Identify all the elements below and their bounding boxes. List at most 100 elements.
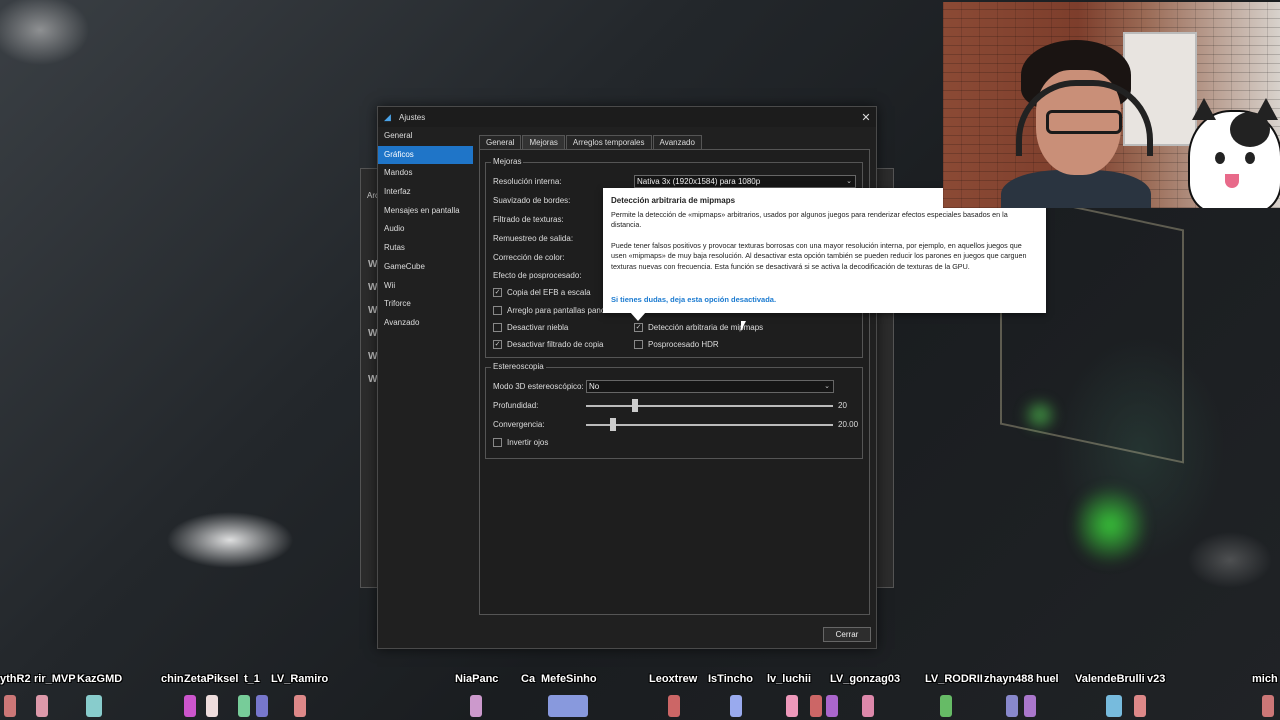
viewer-avatar — [36, 695, 48, 717]
efb-scale-label: Copia del EFB a escala — [507, 288, 591, 297]
efb-scale-checkbox[interactable]: ✓ Copia del EFB a escala — [493, 288, 591, 297]
viewer-avatar — [940, 695, 952, 717]
viewer-name: huel — [1036, 673, 1059, 685]
close-icon[interactable]: ✕ — [856, 111, 876, 124]
streamer — [1001, 40, 1153, 208]
chevron-down-icon: ⌄ — [846, 178, 852, 185]
resolution-select[interactable]: Nativa 3x (1920x1584) para 1080p ⌄ — [634, 175, 856, 188]
convergence-label: Convergencia: — [493, 420, 545, 429]
viewer-name: v23 — [1147, 673, 1166, 685]
convergence-slider-handle[interactable] — [610, 418, 616, 431]
sidebar-item-interface[interactable]: Interfaz — [378, 183, 473, 202]
hdr-post-checkbox[interactable]: Posprocesado HDR — [634, 340, 719, 349]
background-green-glow-small — [1020, 400, 1060, 430]
disable-fog-label: Desactivar niebla — [507, 323, 569, 332]
tab-advanced[interactable]: Avanzado — [652, 135, 702, 149]
viewer-avatar — [256, 695, 268, 717]
tooltip-paragraph-2: Puede tener falsos positivos y provocar … — [611, 241, 1027, 271]
checkmark-icon: ✓ — [634, 323, 643, 332]
viewer-avatar — [668, 695, 680, 717]
checkbox-box — [634, 340, 643, 349]
stereo-mode-select[interactable]: No ⌄ — [586, 380, 834, 393]
sidebar-item-controllers[interactable]: Mandos — [378, 164, 473, 183]
checkmark-icon: ✓ — [493, 340, 502, 349]
cat-eye-left — [1215, 152, 1225, 164]
widescreen-hack-label: Arreglo para pantallas pano — [507, 306, 606, 315]
viewer-name: chin — [161, 673, 184, 685]
invert-eyes-checkbox[interactable]: Invertir ojos — [493, 438, 548, 447]
viewer-avatar — [294, 695, 306, 717]
cat-tongue — [1225, 174, 1239, 188]
tab-general[interactable]: General — [479, 135, 522, 149]
sidebar-item-advanced[interactable]: Avanzado — [378, 314, 473, 333]
viewer-avatar — [1006, 695, 1018, 717]
viewer-avatar — [810, 695, 822, 717]
sidebar-item-graphics[interactable]: Gráficos — [378, 145, 473, 165]
color-correction-label: Corrección de color: — [493, 253, 565, 262]
viewer-name: t_1 — [244, 673, 260, 685]
hdr-post-label: Posprocesado HDR — [648, 340, 719, 349]
viewer-avatar — [86, 695, 102, 717]
viewer-avatar — [826, 695, 838, 717]
stereo-mode-label: Modo 3D estereoscópico: — [493, 382, 584, 391]
tab-hacks[interactable]: Arreglos temporales — [565, 135, 652, 149]
output-resample-label: Remuestreo de salida: — [493, 234, 574, 243]
sidebar-item-osd-messages[interactable]: Mensajes en pantalla — [378, 202, 473, 221]
viewer-name: lv_luchii — [767, 673, 812, 685]
cat-eye-right — [1245, 152, 1255, 164]
convergence-slider[interactable] — [586, 418, 833, 431]
viewer-name: LV_gonzag03 — [830, 673, 901, 685]
disable-fog-checkbox[interactable]: Desactivar niebla — [493, 323, 568, 332]
sidebar-item-general[interactable]: General — [378, 127, 473, 146]
resolution-label: Resolución interna: — [493, 177, 562, 186]
sidebar-item-gamecube[interactable]: GameCube — [378, 258, 473, 277]
viewer-avatar — [184, 695, 196, 717]
antialias-label: Suavizado de bordes: — [493, 196, 571, 205]
viewer-avatar — [1262, 695, 1274, 717]
post-effect-label: Efecto de posprocesado: — [493, 271, 582, 280]
background-green-glow — [1075, 480, 1145, 570]
tab-bar: General Mejoras Arreglos temporales Avan… — [479, 135, 870, 149]
cat-spot — [1230, 112, 1270, 147]
widescreen-hack-checkbox[interactable]: Arreglo para pantallas pano — [493, 306, 605, 315]
viewer-avatar — [1134, 695, 1146, 717]
tab-enhancements[interactable]: Mejoras — [522, 135, 565, 149]
depth-slider[interactable] — [586, 399, 833, 412]
stereoscopy-group: Estereoscopia Modo 3D estereoscópico: No… — [485, 362, 863, 459]
viewer-name: ZetaPiksel — [184, 673, 239, 685]
viewer-avatar — [548, 695, 588, 717]
viewer-avatar — [470, 695, 482, 717]
disable-copy-filter-checkbox[interactable]: ✓ Desactivar filtrado de copia — [493, 340, 604, 349]
chevron-down-icon: ⌄ — [824, 383, 830, 390]
enhancements-legend: Mejoras — [491, 157, 524, 166]
viewer-name: mich — [1252, 673, 1278, 685]
convergence-value: 20.00 — [838, 420, 859, 429]
viewer-avatar — [862, 695, 874, 717]
sidebar-item-paths[interactable]: Rutas — [378, 239, 473, 258]
depth-slider-handle[interactable] — [632, 399, 638, 412]
viewer-name: ValendeBrulli — [1075, 673, 1145, 685]
sidebar-item-audio[interactable]: Audio — [378, 220, 473, 239]
viewer-avatar — [1024, 695, 1036, 717]
title-bar[interactable]: ◢ Ajustes ✕ — [378, 107, 876, 127]
settings-sidebar: General Gráficos Mandos Interfaz Mensaje… — [378, 127, 473, 648]
viewer-avatars — [0, 695, 1280, 720]
close-button[interactable]: Cerrar — [823, 627, 871, 642]
sidebar-item-triforce[interactable]: Triforce — [378, 295, 473, 314]
webcam-overlay — [943, 2, 1280, 208]
tooltip-note: Si tienes dudas, deja esta opción desact… — [611, 295, 777, 304]
viewer-avatar — [4, 695, 16, 717]
cat-ear-left — [1192, 98, 1216, 120]
viewer-avatar — [730, 695, 742, 717]
viewer-name: IsTincho — [708, 673, 754, 685]
viewer-name: KazGMD — [77, 673, 123, 685]
checkbox-box — [493, 306, 502, 315]
chat-viewers-bar: ythR2 rir_MVP KazGMD chin ZetaPiksel t_1… — [0, 673, 1280, 688]
viewer-name: Leoxtrew — [649, 673, 698, 685]
viewer-name: LV_Ramiro — [271, 673, 329, 685]
texture-filter-label: Filtrado de texturas: — [493, 215, 564, 224]
viewer-name: zhayn488 — [984, 673, 1034, 685]
viewer-avatar — [238, 695, 250, 717]
sidebar-item-wii[interactable]: Wii — [378, 277, 473, 296]
viewer-avatar — [206, 695, 218, 717]
